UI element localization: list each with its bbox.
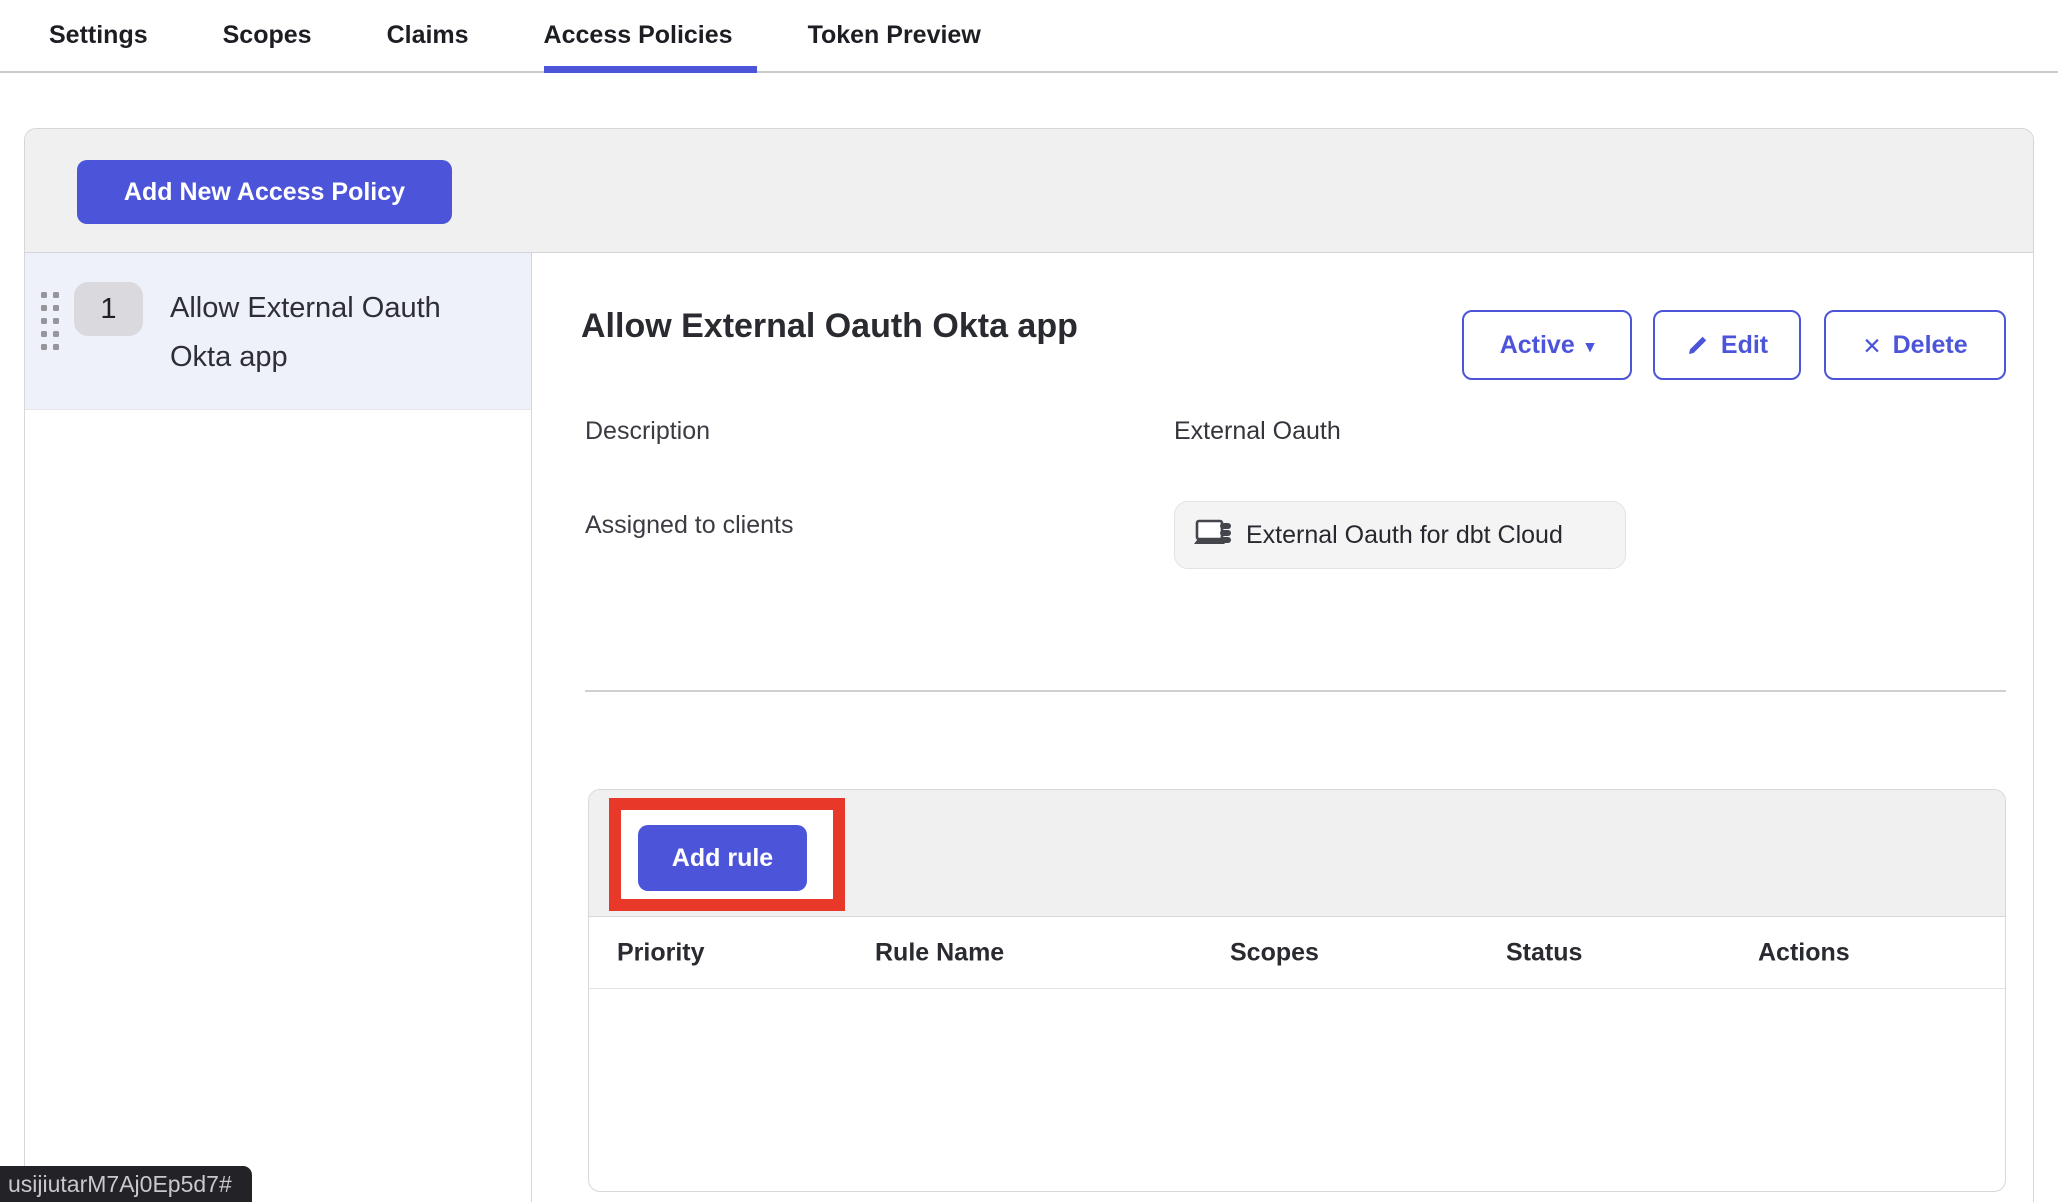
policy-list-item-title: Allow External Oauth Okta app xyxy=(170,284,470,382)
rules-table-header: Priority Rule Name Scopes Status Actions xyxy=(589,917,2005,989)
description-value: External Oauth xyxy=(1174,417,1341,446)
tab-access-policies[interactable]: Access Policies xyxy=(544,0,733,71)
pencil-icon xyxy=(1686,333,1710,357)
add-new-access-policy-button[interactable]: Add New Access Policy xyxy=(77,160,452,224)
tab-token-preview[interactable]: Token Preview xyxy=(808,0,981,71)
policy-list: 1 Allow External Oauth Okta app xyxy=(25,253,532,1202)
description-label: Description xyxy=(585,417,710,446)
column-rule-name: Rule Name xyxy=(875,938,1004,967)
link-preview-statusbar: usijiutarM7Aj0Ep5d7# xyxy=(0,1166,252,1202)
delete-label: Delete xyxy=(1893,331,1968,360)
edit-policy-button[interactable]: Edit xyxy=(1653,310,1801,380)
policy-title: Allow External Oauth Okta app xyxy=(581,307,1078,346)
assigned-client-chip[interactable]: External Oauth for dbt Cloud xyxy=(1174,501,1626,569)
edit-label: Edit xyxy=(1721,331,1768,360)
assigned-to-clients-label: Assigned to clients xyxy=(585,511,793,540)
column-scopes: Scopes xyxy=(1230,938,1319,967)
drag-handle-icon[interactable] xyxy=(41,292,59,350)
section-divider xyxy=(585,690,2006,692)
access-policies-panel: Add New Access Policy 1 Allow External O… xyxy=(24,128,2034,1202)
assigned-client-name: External Oauth for dbt Cloud xyxy=(1246,521,1563,550)
auth-server-page: Settings Scopes Claims Access Policies T… xyxy=(0,0,2058,1202)
close-icon: ✕ xyxy=(1862,333,1881,360)
tab-claims[interactable]: Claims xyxy=(387,0,469,71)
policy-order-badge: 1 xyxy=(74,282,143,336)
rules-card: Add rule Priority Rule Name Scopes Statu… xyxy=(588,789,2006,1192)
client-app-icon xyxy=(1193,517,1235,553)
policy-status-dropdown[interactable]: Active ▾ xyxy=(1462,310,1632,380)
delete-policy-button[interactable]: ✕ Delete xyxy=(1824,310,2006,380)
column-status: Status xyxy=(1506,938,1582,967)
status-label: Active xyxy=(1500,331,1575,360)
tab-scopes[interactable]: Scopes xyxy=(223,0,312,71)
column-priority: Priority xyxy=(617,938,705,967)
column-actions: Actions xyxy=(1758,938,1850,967)
add-rule-button[interactable]: Add rule xyxy=(638,825,807,891)
caret-down-icon: ▾ xyxy=(1586,337,1595,357)
policy-list-item[interactable]: 1 Allow External Oauth Okta app xyxy=(25,253,531,410)
tab-bar: Settings Scopes Claims Access Policies T… xyxy=(0,0,2058,73)
tab-settings[interactable]: Settings xyxy=(49,0,148,71)
